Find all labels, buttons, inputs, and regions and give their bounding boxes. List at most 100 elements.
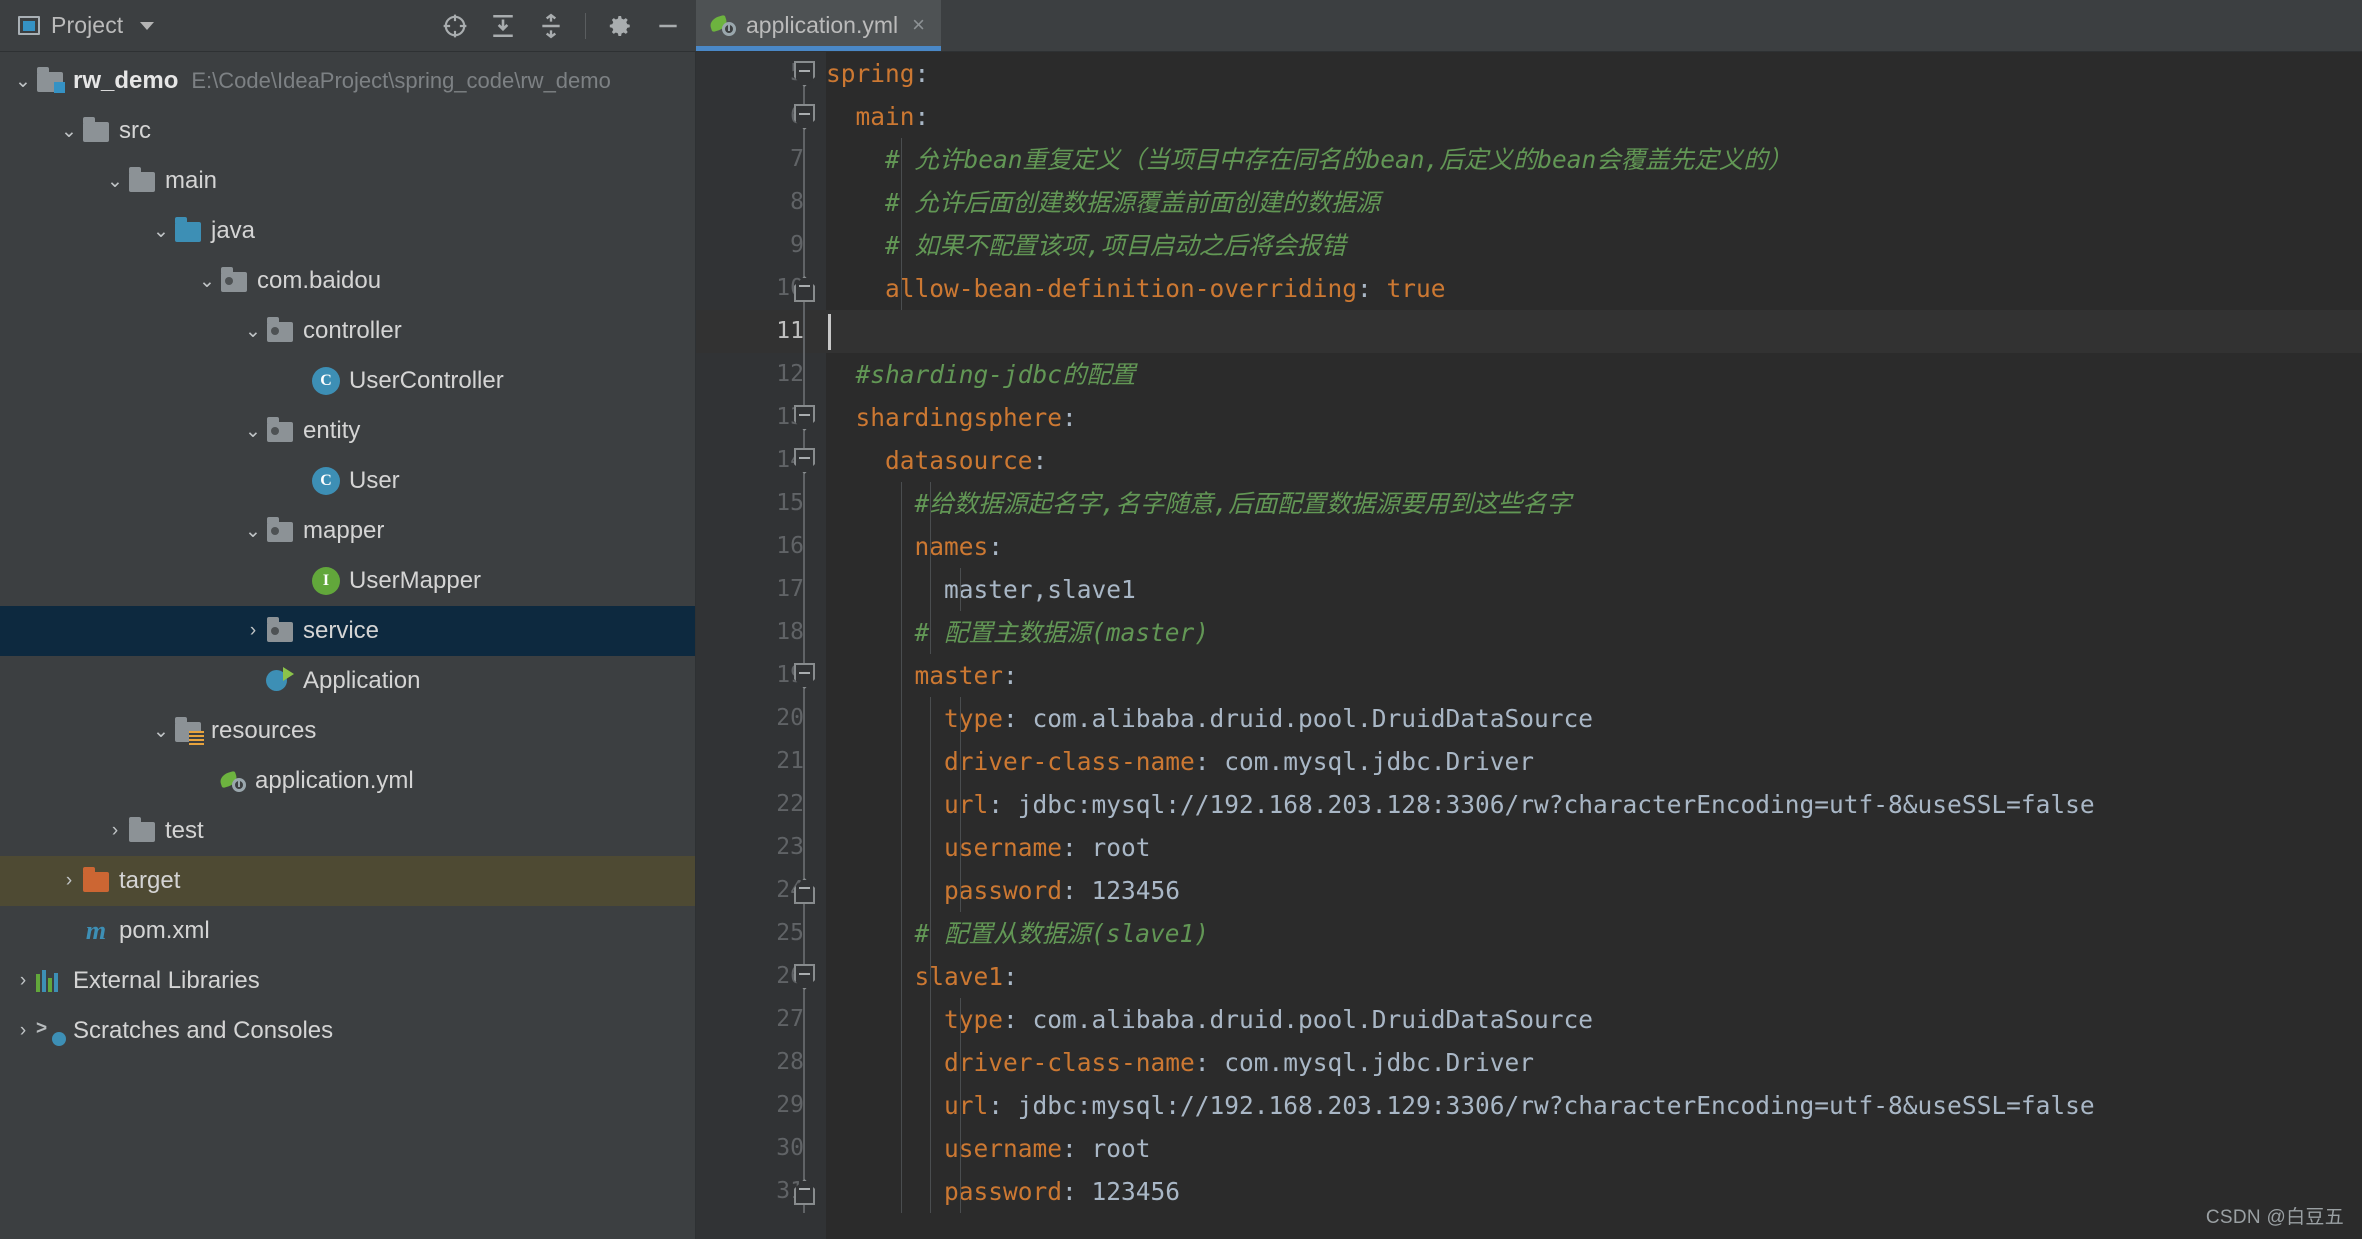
- code-editor[interactable]: 5678910111213141516171819202122232425262…: [696, 52, 2362, 1239]
- tree-item-service[interactable]: › service: [0, 606, 696, 656]
- chevron-down-icon[interactable]: ⌄: [240, 520, 266, 543]
- tree-item-application[interactable]: Application: [0, 656, 696, 706]
- code-line[interactable]: type: com.alibaba.druid.pool.DruidDataSo…: [826, 697, 2362, 740]
- tree-item-test[interactable]: › test: [0, 806, 696, 856]
- tree-item-java[interactable]: ⌄ java: [0, 206, 696, 256]
- chevron-down-icon[interactable]: ⌄: [240, 320, 266, 343]
- code-line[interactable]: username: root: [826, 826, 2362, 869]
- code-content[interactable]: spring: main: # 允许bean重复定义（当项目中存在同名的bean…: [826, 52, 2362, 1239]
- project-window-icon: [18, 16, 40, 35]
- tree-item-src[interactable]: ⌄ src: [0, 106, 696, 156]
- code-line[interactable]: # 允许后面创建数据源覆盖前面创建的数据源: [826, 181, 2362, 224]
- code-line[interactable]: username: root: [826, 1127, 2362, 1170]
- code-line[interactable]: driver-class-name: com.mysql.jdbc.Driver: [826, 740, 2362, 783]
- chevron-down-icon[interactable]: [140, 21, 155, 30]
- fold-collapse-icon[interactable]: [794, 663, 815, 689]
- toolbar-separator: [585, 12, 586, 39]
- collapse-all-icon[interactable]: [537, 12, 565, 40]
- project-toolbar: [441, 12, 682, 40]
- fold-end-icon[interactable]: [794, 878, 815, 904]
- tree-item-application-yml[interactable]: application.yml: [0, 756, 696, 806]
- locate-icon[interactable]: [441, 12, 469, 40]
- code-line[interactable]: master,slave1: [826, 568, 2362, 611]
- fold-end-icon[interactable]: [794, 276, 815, 302]
- text-caret: [828, 314, 831, 350]
- folder-icon: [128, 817, 156, 844]
- code-line[interactable]: url: jdbc:mysql://192.168.203.128:3306/r…: [826, 783, 2362, 826]
- code-line[interactable]: shardingsphere:: [826, 396, 2362, 439]
- tree-item-com-baidou[interactable]: ⌄ com.baidou: [0, 256, 696, 306]
- chevron-right-icon[interactable]: ›: [10, 970, 36, 992]
- code-line[interactable]: slave1:: [826, 955, 2362, 998]
- indent-guide: [959, 697, 961, 912]
- code-line[interactable]: names:: [826, 525, 2362, 568]
- chevron-right-icon[interactable]: ›: [10, 1020, 36, 1042]
- tree-item-rw-demo[interactable]: ⌄ rw_demo E:\Code\IdeaProject\spring_code\…: [0, 56, 696, 106]
- chevron-down-icon[interactable]: ⌄: [240, 420, 266, 443]
- chevron-down-icon[interactable]: ⌄: [56, 120, 82, 143]
- code-line[interactable]: spring:: [826, 52, 2362, 95]
- package-icon: [266, 317, 294, 344]
- code-line[interactable]: main:: [826, 95, 2362, 138]
- code-line[interactable]: [826, 310, 2362, 353]
- tree-item-mapper[interactable]: ⌄ mapper: [0, 506, 696, 556]
- close-icon[interactable]: ×: [912, 14, 925, 36]
- libraries-icon: [36, 970, 64, 992]
- chevron-down-icon[interactable]: ⌄: [102, 170, 128, 193]
- chevron-down-icon[interactable]: ⌄: [148, 720, 174, 743]
- tree-item-label: com.baidou: [257, 267, 382, 294]
- code-line[interactable]: master:: [826, 654, 2362, 697]
- fold-collapse-icon[interactable]: [794, 405, 815, 431]
- tree-item-target[interactable]: › target: [0, 856, 696, 906]
- fold-collapse-icon[interactable]: [794, 448, 815, 474]
- code-line[interactable]: allow-bean-definition-overriding: true: [826, 267, 2362, 310]
- hide-window-icon[interactable]: [654, 12, 682, 40]
- chevron-down-icon[interactable]: ⌄: [148, 220, 174, 243]
- chevron-right-icon[interactable]: ›: [56, 870, 82, 892]
- code-line[interactable]: #sharding-jdbc的配置: [826, 353, 2362, 396]
- indent-guide: [959, 568, 961, 611]
- tree-item-main[interactable]: ⌄ main: [0, 156, 696, 206]
- tree-item-label: Scratches and Consoles: [73, 1017, 334, 1044]
- code-line[interactable]: # 允许bean重复定义（当项目中存在同名的bean,后定义的bean会覆盖先定…: [826, 138, 2362, 181]
- tree-item-resources[interactable]: ⌄ resources: [0, 706, 696, 756]
- fold-end-icon[interactable]: [794, 1179, 815, 1205]
- tab-application-yml[interactable]: application.yml ×: [696, 0, 941, 51]
- expand-all-icon[interactable]: [489, 12, 517, 40]
- fold-collapse-icon[interactable]: [794, 104, 815, 130]
- code-line[interactable]: datasource:: [826, 439, 2362, 482]
- code-line[interactable]: type: com.alibaba.druid.pool.DruidDataSo…: [826, 998, 2362, 1041]
- code-line[interactable]: password: 123456: [826, 869, 2362, 912]
- code-line[interactable]: driver-class-name: com.mysql.jdbc.Driver: [826, 1041, 2362, 1084]
- code-line[interactable]: password: 123456: [826, 1170, 2362, 1213]
- chevron-down-icon[interactable]: ⌄: [10, 70, 36, 93]
- tree-item-scratches-and-consoles[interactable]: › > Scratches and Consoles: [0, 1006, 696, 1056]
- tree-item-label: application.yml: [255, 767, 414, 794]
- chevron-right-icon[interactable]: ›: [102, 820, 128, 842]
- tree-item-controller[interactable]: ⌄ controller: [0, 306, 696, 356]
- settings-gear-icon[interactable]: [606, 12, 634, 40]
- tree-item-entity[interactable]: ⌄ entity: [0, 406, 696, 456]
- tree-item-external-libraries[interactable]: › External Libraries: [0, 956, 696, 1006]
- tree-item-usermapper[interactable]: I UserMapper: [0, 556, 696, 606]
- code-line[interactable]: # 配置从数据源(slave1): [826, 912, 2362, 955]
- source-root-icon: [174, 217, 202, 244]
- fold-markers-column[interactable]: [782, 52, 826, 1239]
- fold-collapse-icon[interactable]: [794, 964, 815, 990]
- tree-item-usercontroller[interactable]: C UserController: [0, 356, 696, 406]
- chevron-right-icon[interactable]: ›: [240, 620, 266, 642]
- project-tree-panel[interactable]: ⌄ rw_demo E:\Code\IdeaProject\spring_code\…: [0, 52, 696, 1239]
- tree-item-pom-xml[interactable]: m pom.xml: [0, 906, 696, 956]
- project-panel-title: Project: [51, 12, 124, 38]
- editor-gutter[interactable]: 5678910111213141516171819202122232425262…: [696, 52, 826, 1239]
- code-line[interactable]: # 配置主数据源(master): [826, 611, 2362, 654]
- tree-item-user[interactable]: C User: [0, 456, 696, 506]
- package-icon: [266, 617, 294, 644]
- fold-rail: [803, 66, 805, 1213]
- code-line[interactable]: # 如果不配置该项,项目启动之后将会报错: [826, 224, 2362, 267]
- code-line[interactable]: url: jdbc:mysql://192.168.203.129:3306/r…: [826, 1084, 2362, 1127]
- chevron-down-icon[interactable]: ⌄: [194, 270, 220, 293]
- code-line[interactable]: #给数据源起名字,名字随意,后面配置数据源要用到这些名字: [826, 482, 2362, 525]
- project-title-group[interactable]: Project: [18, 12, 155, 39]
- fold-collapse-icon[interactable]: [794, 61, 815, 87]
